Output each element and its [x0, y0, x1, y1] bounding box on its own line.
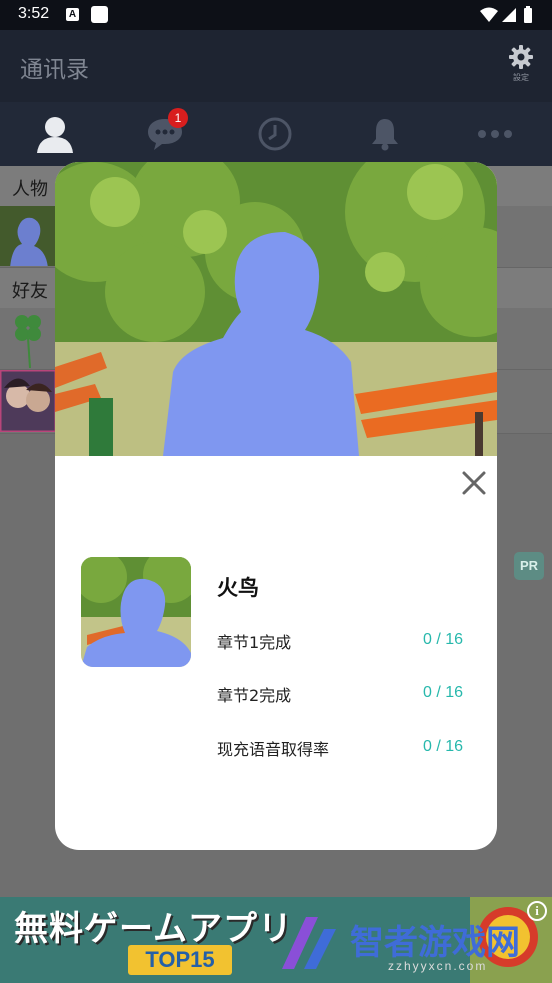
stat-value-chapter-1: 0 / 16 — [422, 631, 463, 648]
app-header: 通讯录 設定 — [0, 30, 552, 102]
settings-button[interactable]: 設定 — [506, 44, 536, 86]
page-title: 通讯录 — [20, 57, 89, 83]
ad-thumbnail — [0, 370, 56, 432]
unread-badge: 1 — [168, 108, 188, 128]
pr-badge: PR — [514, 552, 544, 580]
person-icon — [37, 117, 73, 153]
stat-value-chapter-2: 0 / 16 — [422, 684, 463, 701]
character-scene-image — [55, 162, 497, 456]
status-bar: 3:52 A — [0, 0, 552, 30]
info-icon[interactable]: i — [527, 901, 547, 921]
watermark-logo-icon — [282, 917, 336, 969]
status-icons — [480, 6, 532, 23]
character-modal: 火鸟 章节1完成 0 / 16 章节2完成 0 / 16 现充语音取得率 0 /… — [55, 162, 497, 850]
gear-icon — [509, 45, 533, 69]
close-icon — [462, 471, 486, 495]
clover-icon — [0, 308, 56, 368]
a-notification-icon: A — [66, 8, 79, 21]
tab-messages[interactable] — [110, 102, 220, 166]
stat-label-chapter-1: 章节1完成 — [217, 633, 292, 652]
close-button[interactable] — [459, 468, 489, 498]
settings-label: 設定 — [513, 73, 529, 82]
tab-contacts[interactable] — [0, 102, 110, 166]
tab-more[interactable] — [440, 102, 550, 166]
clock-icon — [258, 117, 292, 151]
wifi-icon — [480, 7, 498, 22]
notification-square-icon — [91, 6, 108, 23]
tab-notifications[interactable] — [330, 102, 440, 166]
battery-icon — [524, 8, 532, 23]
ad-banner[interactable]: 無料ゲームアプリ TOP15 智者游戏网 zzhyyxcn.com i — [0, 897, 552, 983]
character-avatar — [81, 557, 191, 667]
signal-icon — [502, 8, 516, 22]
status-time: 3:52 — [18, 5, 50, 22]
ad-headline: 無料ゲームアプリ — [14, 909, 293, 949]
bell-icon — [372, 119, 398, 151]
ad-top15-badge: TOP15 — [128, 945, 232, 975]
tab-history[interactable] — [220, 102, 330, 166]
watermark-text: 智者游戏网 — [350, 923, 520, 963]
avatar — [0, 206, 56, 266]
stat-label-chapter-2: 章节2完成 — [217, 686, 292, 705]
watermark-url: zzhyyxcn.com — [388, 959, 488, 973]
stat-value-voice-rate: 0 / 16 — [422, 738, 463, 755]
stat-label-voice-rate: 现充语音取得率 — [217, 740, 330, 759]
character-name: 火鸟 — [217, 576, 259, 600]
more-icon — [478, 130, 512, 138]
tab-bar — [0, 102, 552, 166]
